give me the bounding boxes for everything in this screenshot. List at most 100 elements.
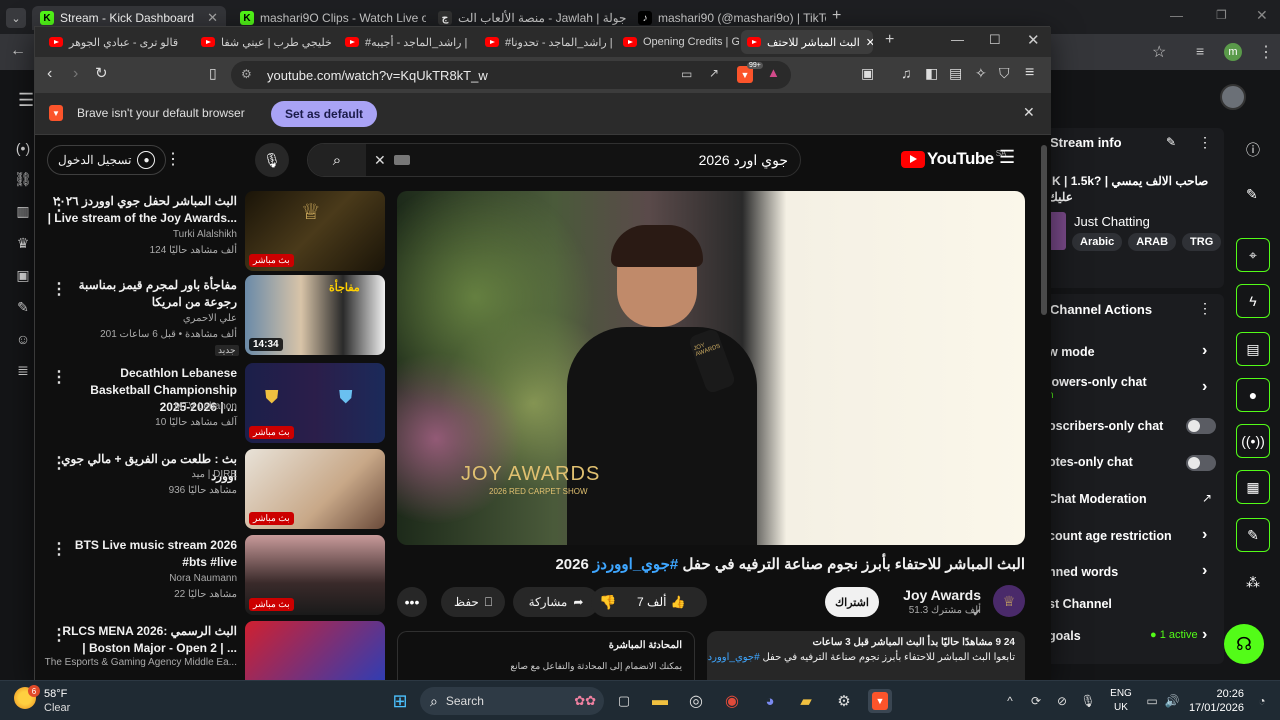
chevron-right-icon[interactable]: › — [1202, 626, 1207, 644]
video-thumbnail[interactable]: ⛊ ⛊ بث مباشر — [245, 363, 385, 443]
more-vertical-icon[interactable]: ⋮ — [51, 625, 67, 645]
hamburger-menu-icon[interactable]: ☰ — [999, 147, 1015, 168]
analytics-icon[interactable]: ▥ — [16, 203, 29, 220]
video-thumbnail[interactable]: بث مباشر — [245, 449, 385, 529]
youtube-logo[interactable]: YouTube SA — [901, 149, 1006, 169]
task-view-icon[interactable]: ▢ — [612, 689, 636, 713]
related-video[interactable]: ⛊ ⛊ بث مباشر Decathlon Lebanese Basketba… — [35, 363, 385, 447]
page-scrollbar[interactable] — [1041, 145, 1047, 315]
more-vertical-icon[interactable]: ⋮ — [51, 195, 67, 215]
music-icon[interactable]: ♫ — [901, 65, 912, 81]
nodes-icon[interactable]: ⁂ — [1246, 574, 1260, 591]
like-button[interactable]: 7 ألف 👍 — [637, 587, 685, 617]
followers-only-item[interactable]: lowers-only chat — [1048, 372, 1218, 392]
more-vertical-icon[interactable]: ⋮ — [51, 367, 67, 387]
edit-pencil-icon[interactable]: ✎ — [1166, 135, 1176, 149]
back-arrow-icon[interactable]: ← — [10, 42, 26, 60]
chat-button[interactable]: ● — [1236, 378, 1270, 412]
banned-words-item[interactable]: nned words — [1048, 562, 1218, 582]
site-info-icon[interactable]: ⚙ — [241, 67, 252, 81]
lightning-button[interactable]: ϟ — [1236, 284, 1270, 318]
settings-gear-icon[interactable]: ⚙ — [832, 689, 856, 713]
search-box[interactable]: ⌕ ✕ جوي اورد 2026 — [307, 143, 801, 177]
layout-button[interactable]: ▦ — [1236, 470, 1270, 504]
related-video[interactable]: مفاجأة 14:34 مفاجأة باور لمجرم قيمز بمنا… — [35, 275, 385, 359]
close-window-icon[interactable]: ✕ — [1027, 31, 1040, 49]
dislike-button[interactable]: 👎 — [599, 587, 616, 617]
sign-in-button[interactable]: تسجيل الدخول ● — [47, 145, 167, 175]
share-button[interactable]: مشاركة ➦ — [513, 587, 599, 617]
more-vertical-icon[interactable]: ⋮ — [1198, 134, 1212, 151]
vpn-icon[interactable]: ⛉ — [999, 65, 1010, 82]
brave-tab[interactable]: Opening Credits | Gan — [617, 30, 739, 54]
slow-mode-item[interactable]: w mode — [1048, 342, 1218, 362]
new-tab-button[interactable]: + — [885, 31, 894, 49]
related-video[interactable]: ♕ بث مباشر البث المباشر لحفل جوي اووردز … — [35, 191, 385, 275]
more-vertical-icon[interactable]: ⋮ — [51, 453, 67, 473]
info-icon[interactable]: ⓘ — [1246, 140, 1260, 160]
subscribe-button[interactable]: اشتراك — [825, 587, 879, 617]
minimize-icon[interactable]: — — [951, 32, 964, 47]
leo-ai-icon[interactable]: ✧ — [975, 65, 987, 82]
more-vertical-icon[interactable]: ⋮ — [51, 539, 67, 559]
save-button[interactable]: حفظ ⎕ — [441, 587, 505, 617]
maximize-icon[interactable]: ☐ — [989, 32, 1001, 48]
minimize-icon[interactable]: — — [1170, 8, 1183, 23]
more-actions-button[interactable]: ••• — [397, 587, 427, 617]
broadcast-icon[interactable]: (•) — [16, 140, 30, 156]
chat-moderation-item[interactable]: Chat Moderation — [1048, 489, 1218, 509]
chrome-menu-icon[interactable]: ⋮ — [1258, 42, 1274, 62]
chevron-right-icon[interactable]: › — [1202, 526, 1207, 544]
discord-icon[interactable]: ◕ — [758, 689, 782, 713]
subscribers-only-toggle[interactable] — [1186, 418, 1216, 434]
brave-tab[interactable]: قالو ترى - عبادي الجوهر — [43, 30, 191, 54]
wallet-icon[interactable]: ▤ — [949, 65, 962, 82]
chrome-icon[interactable]: ◉ — [720, 689, 744, 713]
bookmark-star-icon[interactable]: ☆ — [1152, 42, 1166, 62]
new-tab-button[interactable]: + — [832, 7, 841, 25]
set-as-default-button[interactable]: Set as default — [271, 101, 378, 127]
input-lang[interactable]: ENG — [1110, 688, 1132, 699]
emotes-only-toggle[interactable] — [1186, 455, 1216, 471]
video-thumbnail[interactable]: بث مباشر — [245, 535, 385, 615]
video-thumbnail[interactable]: ♕ بث مباشر — [245, 191, 385, 271]
trophy-icon[interactable]: ♛ — [17, 235, 30, 252]
close-tab-icon[interactable]: ✕ — [207, 10, 218, 26]
kick-menu-icon[interactable]: ☰ — [18, 90, 34, 111]
forward-icon[interactable]: › — [73, 65, 78, 83]
support-button[interactable]: ☊ — [1224, 624, 1264, 664]
wrench-icon[interactable]: ✎ — [17, 299, 29, 316]
video-title-hashtag[interactable]: #جوي_اووردز — [593, 556, 678, 573]
related-video[interactable]: بث مباشر بث : طلعت من الفريق + مالي جوي … — [35, 449, 385, 533]
brave-menu-icon[interactable]: ≡ — [1025, 64, 1034, 82]
host-channel-item[interactable]: st Channel — [1048, 594, 1218, 614]
search-icon[interactable]: ⌕ — [308, 144, 366, 176]
brave-tab[interactable]: خليجي طرب | عيني شفا — [195, 30, 335, 54]
volume-icon[interactable]: 🔊 — [1160, 689, 1184, 713]
link-icon[interactable]: ⛓ — [14, 171, 32, 188]
voice-search-button[interactable]: 🎙 — [255, 143, 289, 177]
media-control-icon[interactable]: ≡ — [1196, 43, 1204, 59]
restore-icon[interactable]: ❐ — [1216, 8, 1227, 22]
sidebar-icon[interactable]: ◧ — [925, 65, 938, 82]
media-icon[interactable]: ▣ — [16, 267, 29, 284]
mic-tray-icon[interactable]: 🎙 — [1076, 689, 1100, 713]
close-window-icon[interactable]: ✕ — [1256, 7, 1268, 24]
back-icon[interactable]: ‹ — [47, 65, 52, 83]
reload-icon[interactable]: ↻ — [95, 64, 108, 82]
mail-app-icon[interactable]: ▰ — [794, 689, 818, 713]
sync-icon[interactable]: ⟳ — [1024, 689, 1048, 713]
close-tab-icon[interactable]: ✕ — [866, 36, 873, 49]
profile-avatar[interactable]: m — [1224, 43, 1242, 61]
related-video[interactable]: RLCS MENA 2026: البث الرسمي | Boston Maj… — [35, 621, 385, 681]
notes-button[interactable]: ▤ — [1236, 332, 1270, 366]
video-player[interactable]: JOY AWARDS JOY AWARDS 2026 RED CARPET SH… — [397, 191, 1025, 545]
description-hashtag[interactable]: #جوي_اووردز — [707, 652, 760, 663]
stack-icon[interactable]: ≣ — [17, 362, 29, 379]
more-vertical-icon[interactable]: ⋮ — [1198, 300, 1212, 317]
hidden-tray-icon[interactable]: ⊘ — [1050, 689, 1074, 713]
broadcast-button[interactable]: ((•)) — [1236, 424, 1270, 458]
more-vertical-icon[interactable]: ⋮ — [51, 279, 67, 299]
share-icon[interactable]: ↗ — [709, 66, 719, 80]
related-video[interactable]: بث مباشر BTS Live music stream 2026 #bts… — [35, 535, 385, 619]
